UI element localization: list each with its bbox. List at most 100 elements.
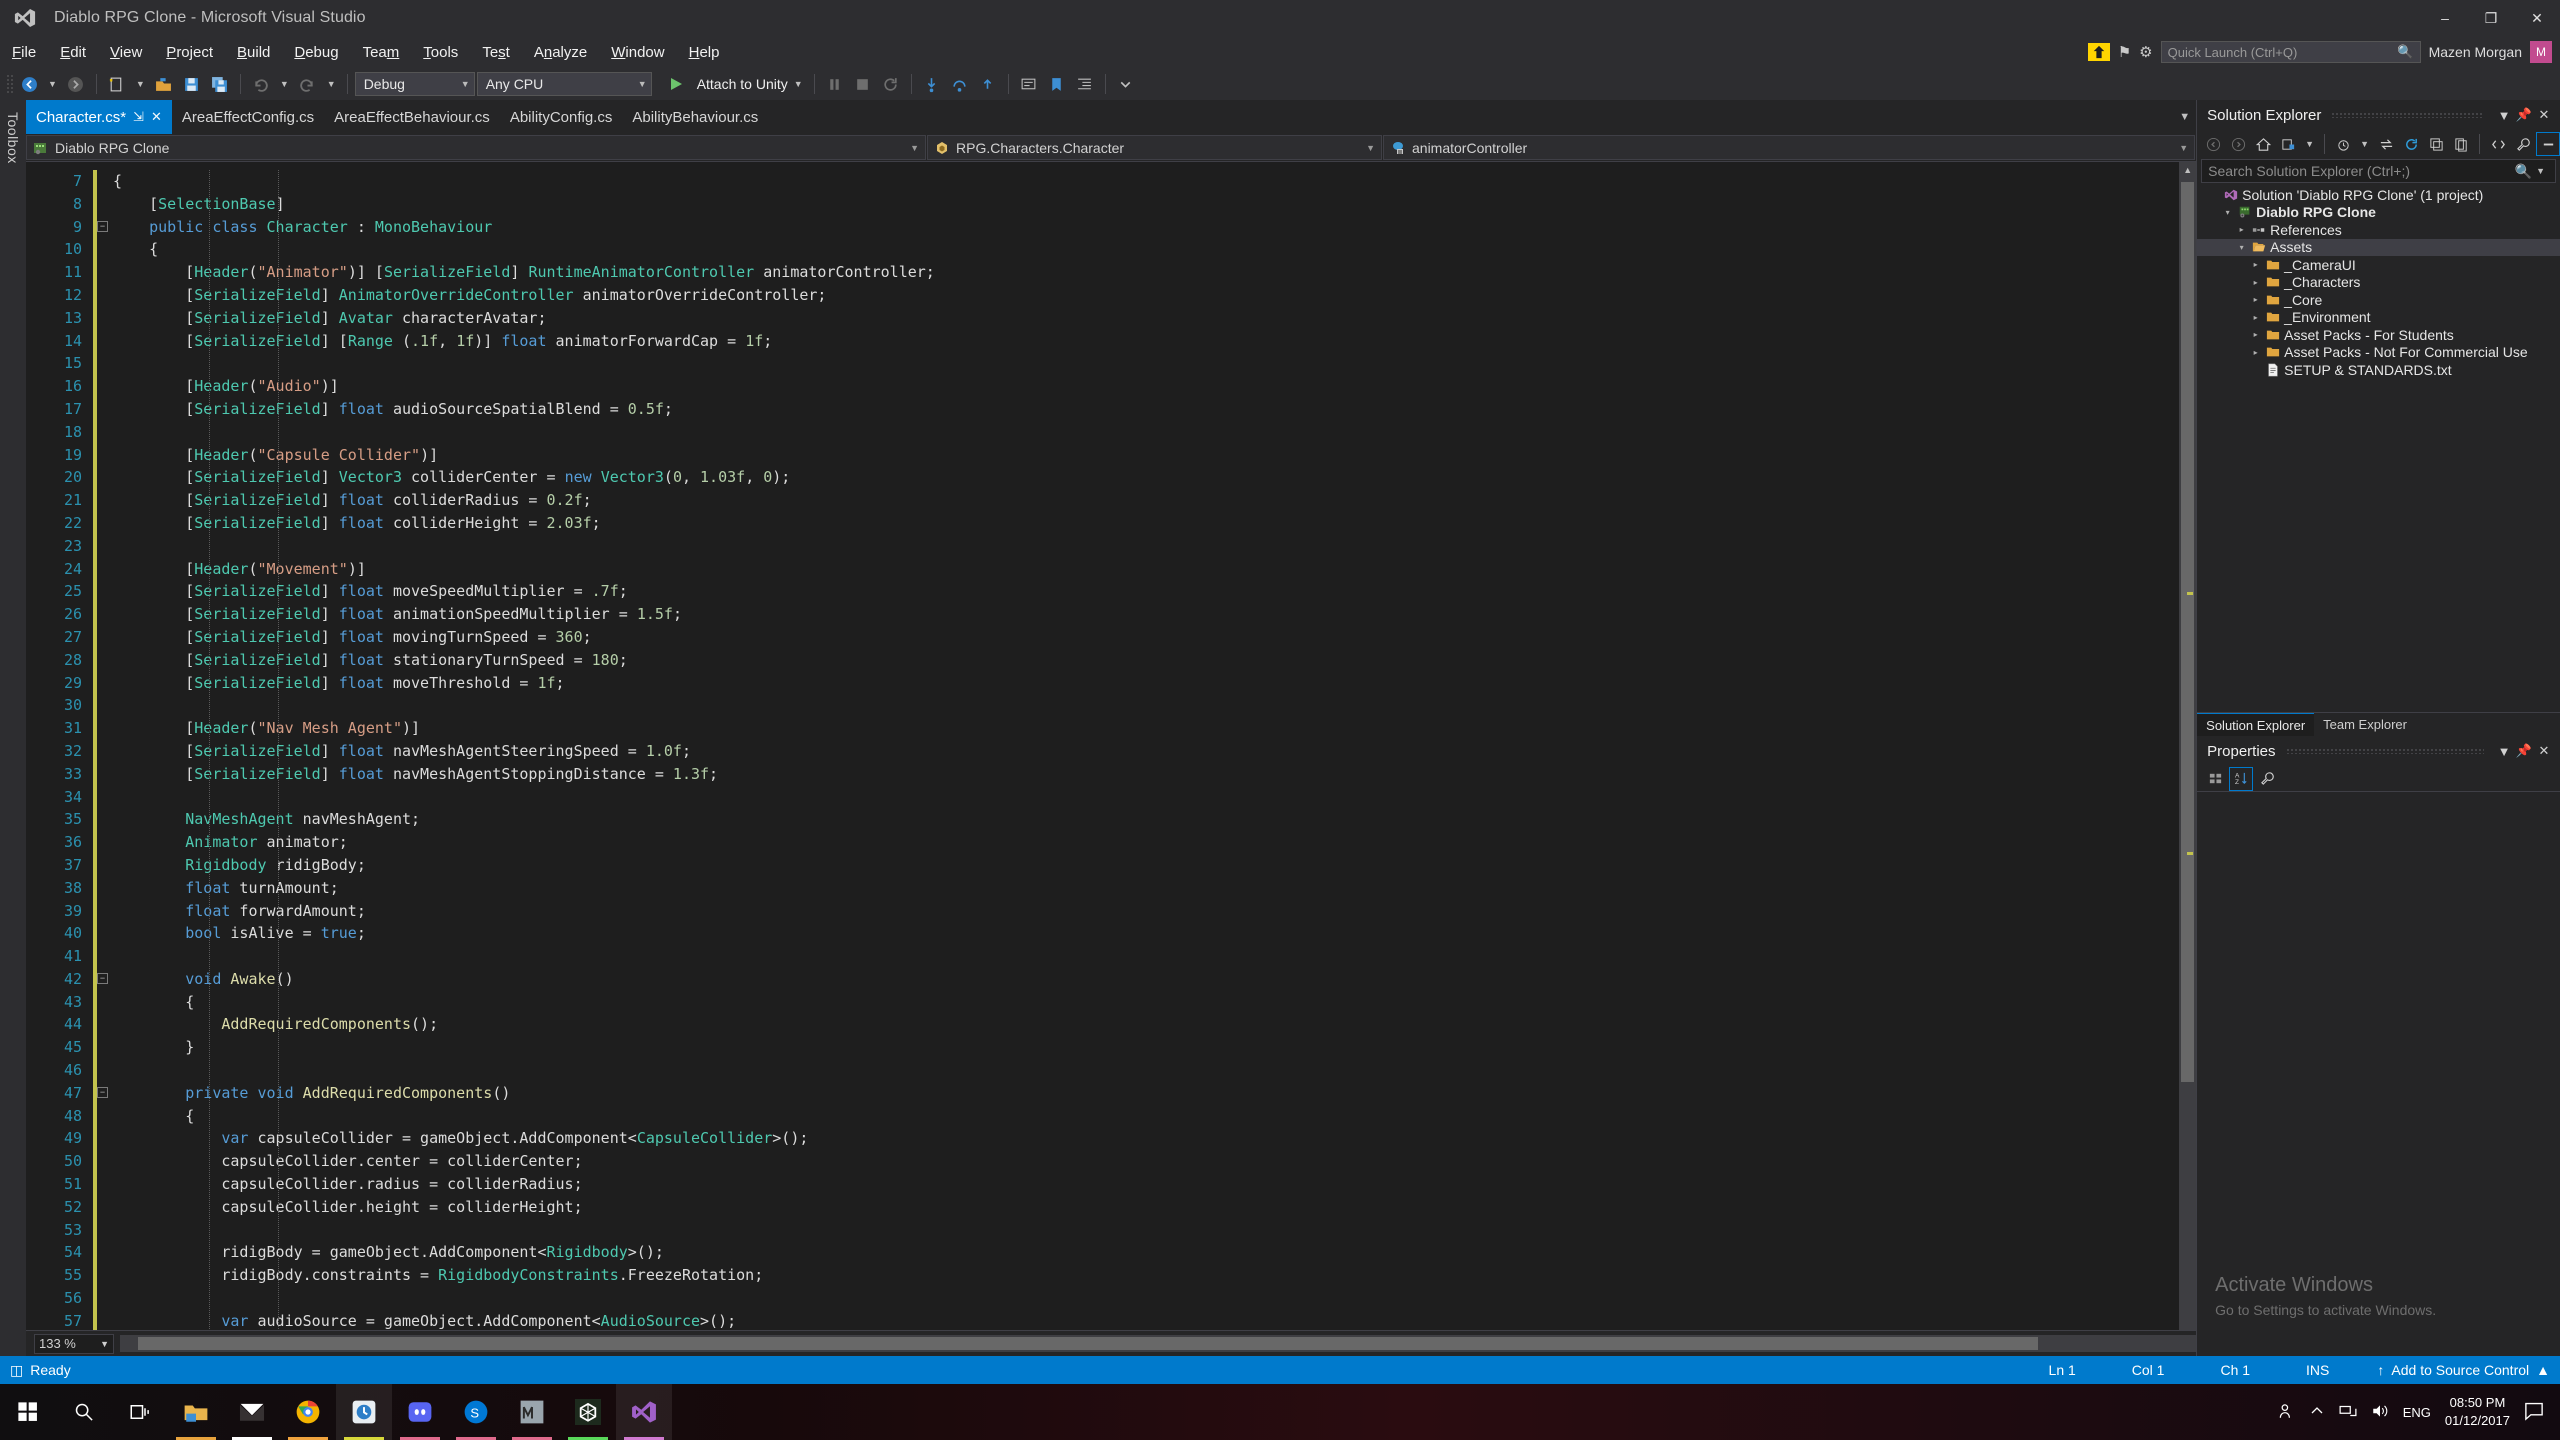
code-line[interactable]: capsuleCollider.radius = colliderRadius;	[113, 1173, 2179, 1196]
breadcrumb-type[interactable]: RPG.Characters.Character ▼	[927, 135, 1382, 160]
menu-tools[interactable]: Tools	[411, 40, 470, 65]
language-indicator[interactable]: ENG	[2403, 1405, 2431, 1420]
code-line[interactable]: float forwardAmount;	[113, 900, 2179, 923]
start-button[interactable]	[0, 1384, 56, 1440]
chevron-down-icon[interactable]: ▼	[2532, 166, 2549, 176]
view-code-icon[interactable]	[2486, 132, 2510, 156]
menu-build[interactable]: Build	[225, 40, 282, 65]
categorized-icon[interactable]	[2203, 767, 2227, 791]
save-all-icon[interactable]	[207, 71, 233, 97]
code-editor[interactable]: 7891011121314151617181920212223242526272…	[26, 162, 2196, 1330]
code-line[interactable]: [SerializeField] float colliderRadius = …	[113, 489, 2179, 512]
quick-launch-input[interactable]: Quick Launch (Ctrl+Q) 🔍	[2161, 41, 2421, 63]
menu-window[interactable]: Window	[599, 40, 676, 65]
visual-studio-icon[interactable]	[616, 1384, 672, 1440]
twisty-icon[interactable]: ▸	[2249, 260, 2262, 269]
menu-analyze[interactable]: Analyze	[522, 40, 599, 65]
toolbox-panel-tab[interactable]: Toolbox	[0, 100, 26, 1356]
solution-platform-combo[interactable]: Any CPU ▼	[477, 72, 652, 96]
tab-areaeffectbehaviour-cs[interactable]: AreaEffectBehaviour.cs	[324, 100, 500, 134]
code-line[interactable]: [SerializeField] float moveSpeedMultipli…	[113, 580, 2179, 603]
attach-dropdown-icon[interactable]: ▼	[790, 79, 807, 89]
new-project-dropdown-icon[interactable]: ▼	[132, 79, 149, 89]
tab-character-cs[interactable]: Character.cs* ⇲ ✕	[26, 100, 172, 134]
code-line[interactable]: [SerializeField] float animationSpeedMul…	[113, 603, 2179, 626]
code-line[interactable]: ridigBody = gameObject.AddComponent<Rigi…	[113, 1241, 2179, 1264]
save-icon[interactable]	[179, 71, 205, 97]
code-line[interactable]: [SerializeField] float colliderHeight = …	[113, 512, 2179, 535]
code-line[interactable]: [Header("Nav Mesh Agent")]	[113, 717, 2179, 740]
twisty-icon[interactable]: ▸	[2249, 313, 2262, 322]
user-name-label[interactable]: Mazen Morgan	[2429, 44, 2522, 60]
collapse-outline-icon[interactable]: −	[97, 973, 108, 984]
twisty-icon[interactable]: ▾	[2221, 208, 2234, 217]
breadcrumb-project[interactable]: Diablo RPG Clone ▼	[26, 135, 926, 160]
step-into-icon[interactable]	[919, 71, 945, 97]
refresh-icon[interactable]	[2399, 132, 2423, 156]
step-over-icon[interactable]	[947, 71, 973, 97]
start-debug-icon[interactable]	[664, 71, 690, 97]
navigate-forward-icon[interactable]	[63, 71, 89, 97]
code-line[interactable]: {	[113, 238, 2179, 261]
redo-icon[interactable]	[295, 71, 321, 97]
code-line[interactable]: public class Character : MonoBehaviour	[113, 216, 2179, 239]
twisty-icon[interactable]: ▸	[2249, 295, 2262, 304]
code-line[interactable]: void Awake()	[113, 968, 2179, 991]
collapse-outline-icon[interactable]: −	[97, 1087, 108, 1098]
settings-gear-icon[interactable]: ⚙	[2139, 43, 2152, 61]
code-line[interactable]	[113, 535, 2179, 558]
code-line[interactable]: [SerializeField] float stationaryTurnSpe…	[113, 649, 2179, 672]
menu-help[interactable]: Help	[677, 40, 732, 65]
alphabetical-icon[interactable]: AZ	[2229, 767, 2253, 791]
open-file-icon[interactable]	[151, 71, 177, 97]
code-line[interactable]: {	[113, 991, 2179, 1014]
pane-menu-icon[interactable]: ▼	[2494, 108, 2514, 123]
unity-hub-icon[interactable]	[336, 1384, 392, 1440]
menu-debug[interactable]: Debug	[282, 40, 350, 65]
tab-abilitybehaviour-cs[interactable]: AbilityBehaviour.cs	[622, 100, 768, 134]
chevron-down-icon[interactable]: ▼	[2301, 139, 2318, 149]
solution-explorer-tree[interactable]: Solution 'Diablo RPG Clone' (1 project) ▾…	[2197, 184, 2560, 712]
tab-areaeffectconfig-cs[interactable]: AreaEffectConfig.cs	[172, 100, 324, 134]
chevron-down-icon[interactable]: ▼	[900, 143, 919, 153]
chevron-down-icon[interactable]: ▼	[1356, 143, 1375, 153]
feedback-icon[interactable]: ⚑	[2118, 43, 2131, 61]
code-line[interactable]: [SerializeField] float audioSourceSpatia…	[113, 398, 2179, 421]
pane-tab-solution-explorer[interactable]: Solution Explorer	[2197, 713, 2314, 736]
pin-icon[interactable]: ⇲	[133, 109, 144, 125]
pin-icon[interactable]: 📌	[2514, 107, 2534, 123]
tree-item[interactable]: ▸_Characters	[2197, 274, 2560, 292]
maya-icon[interactable]	[504, 1384, 560, 1440]
code-line[interactable]: NavMeshAgent navMeshAgent;	[113, 808, 2179, 831]
chrome-icon[interactable]	[280, 1384, 336, 1440]
code-line[interactable]	[113, 421, 2179, 444]
discord-icon[interactable]	[392, 1384, 448, 1440]
maximize-button[interactable]: ❐	[2468, 0, 2514, 36]
toolbar-grip[interactable]	[6, 74, 14, 94]
undo-dropdown-icon[interactable]: ▼	[276, 79, 293, 89]
code-line[interactable]: [SerializeField] float navMeshAgentStopp…	[113, 763, 2179, 786]
undo-icon[interactable]	[248, 71, 274, 97]
tree-item[interactable]: Solution 'Diablo RPG Clone' (1 project)	[2197, 186, 2560, 204]
code-line[interactable]: var audioSource = gameObject.AddComponen…	[113, 1310, 2179, 1330]
comment-icon[interactable]	[1016, 71, 1042, 97]
bookmark-icon[interactable]	[1044, 71, 1070, 97]
chevron-up-icon[interactable]: ▲	[2536, 1362, 2550, 1378]
volume-icon[interactable]	[2371, 1402, 2389, 1423]
code-line[interactable]: {	[113, 170, 2179, 193]
pin-icon[interactable]: 📌	[2514, 743, 2534, 759]
properties-wrench-icon[interactable]	[2511, 132, 2535, 156]
back-icon[interactable]	[2201, 132, 2225, 156]
task-view-icon[interactable]	[112, 1384, 168, 1440]
code-text[interactable]: { [SelectionBase] public class Character…	[113, 162, 2179, 1330]
clock[interactable]: 08:50 PM 01/12/2017	[2445, 1394, 2510, 1429]
code-line[interactable]: [SerializeField] float navMeshAgentSteer…	[113, 740, 2179, 763]
navigate-back-icon[interactable]	[16, 71, 42, 97]
code-line[interactable]: AddRequiredComponents();	[113, 1013, 2179, 1036]
network-icon[interactable]	[2339, 1402, 2357, 1423]
breadcrumb-member[interactable]: animatorController ▼	[1383, 135, 2195, 160]
step-out-icon[interactable]	[975, 71, 1001, 97]
twisty-icon[interactable]: ▾	[2235, 243, 2248, 252]
code-line[interactable]: {	[113, 1105, 2179, 1128]
preview-selected-items-icon[interactable]	[2536, 132, 2560, 156]
